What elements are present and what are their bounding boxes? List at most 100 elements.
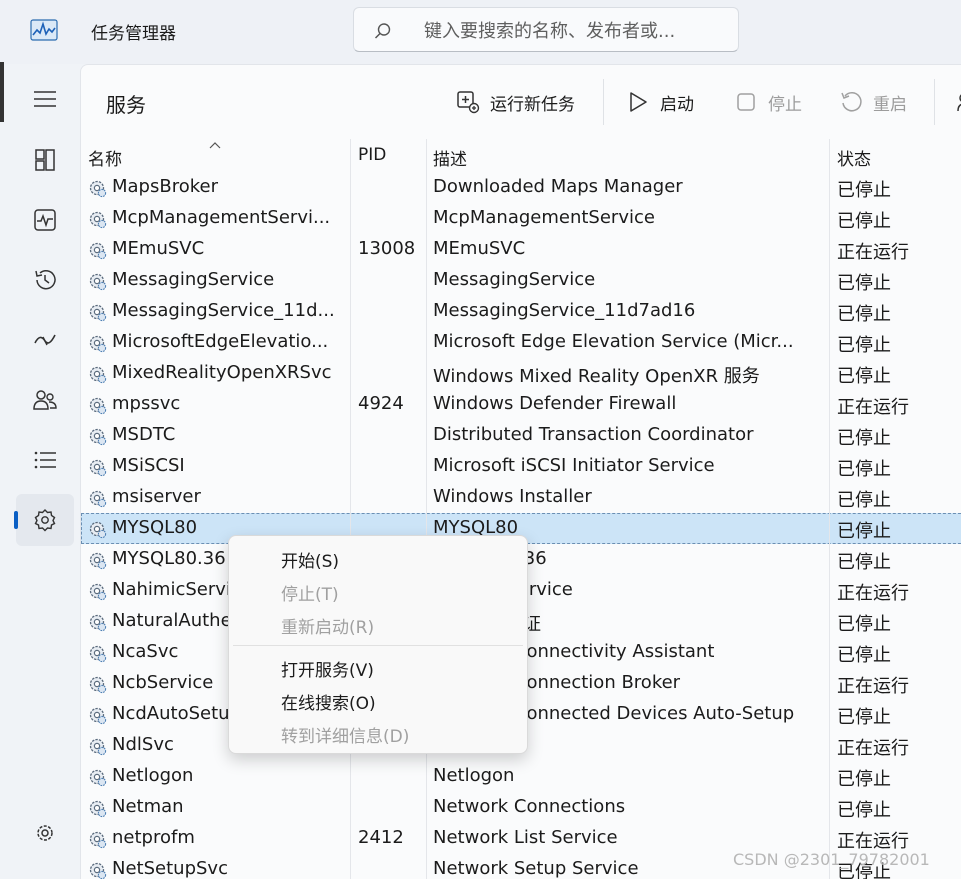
run-new-task-label: 运行新任务 xyxy=(490,94,575,115)
service-gear-icon xyxy=(89,645,107,663)
service-status: 正在运行 xyxy=(837,676,909,697)
column-header-pid[interactable]: PID xyxy=(358,145,386,165)
hamburger-menu-button[interactable] xyxy=(16,73,74,125)
service-name: mpssvc xyxy=(112,393,181,414)
nav-users[interactable] xyxy=(16,374,74,426)
nav-performance[interactable] xyxy=(16,194,74,246)
context-menu-restart[interactable]: 重新启动(R) xyxy=(281,613,374,638)
start-service-button[interactable]: 启动 xyxy=(626,87,694,117)
run-new-task-button[interactable]: 运行新任务 xyxy=(456,87,575,117)
nav-services[interactable] xyxy=(14,494,74,546)
watermark: CSDN @2301_79782001 xyxy=(733,850,930,869)
restart-icon xyxy=(841,92,862,112)
service-gear-icon xyxy=(89,459,107,477)
service-name: MSDTC xyxy=(112,424,176,445)
service-gear-icon xyxy=(89,304,107,322)
start-label: 启动 xyxy=(660,94,694,115)
service-name: Netman xyxy=(112,796,184,817)
service-status: 已停止 xyxy=(837,304,891,325)
service-name: MessagingService xyxy=(112,269,275,290)
service-status: 已停止 xyxy=(837,707,891,728)
column-divider xyxy=(350,139,351,879)
run-new-task-icon xyxy=(457,91,480,114)
service-name: msiserver xyxy=(112,486,201,507)
startup-apps-icon xyxy=(34,334,56,346)
service-status: 已停止 xyxy=(837,521,891,542)
service-status: 已停止 xyxy=(837,645,891,666)
task-manager-app-icon xyxy=(30,19,58,41)
service-gear-icon xyxy=(89,552,107,570)
service-status: 正在运行 xyxy=(837,242,909,263)
nav-app-history[interactable] xyxy=(16,254,74,306)
nav-details[interactable] xyxy=(16,434,74,486)
service-status: 已停止 xyxy=(837,211,891,232)
service-description: Windows Mixed Reality OpenXR 服务 xyxy=(433,366,760,387)
app-history-icon xyxy=(35,269,56,290)
column-header-status[interactable]: 状态 xyxy=(837,145,871,170)
service-name: McpManagementServi... xyxy=(112,207,331,228)
service-status: 已停止 xyxy=(837,552,891,573)
search-input[interactable] xyxy=(422,16,726,46)
service-gear-icon xyxy=(89,335,107,353)
context-menu-go-to-details[interactable]: 转到详细信息(D) xyxy=(281,722,409,747)
more-options-icon[interactable] xyxy=(956,91,961,113)
processes-icon xyxy=(35,149,55,171)
service-status: 已停止 xyxy=(837,769,891,790)
search-box[interactable] xyxy=(353,7,739,52)
context-menu-open-services[interactable]: 打开服务(V) xyxy=(281,656,374,681)
service-gear-icon xyxy=(89,614,107,632)
service-gear-icon xyxy=(89,862,107,879)
hamburger-menu-icon xyxy=(34,91,56,107)
service-description: Netlogon xyxy=(433,765,515,786)
service-name: MicrosoftEdgeElevatio... xyxy=(112,331,329,352)
service-status: 正在运行 xyxy=(837,583,909,604)
service-gear-icon xyxy=(89,769,107,787)
service-gear-icon xyxy=(89,428,107,446)
service-gear-icon xyxy=(89,800,107,818)
context-menu: 开始(S) 停止(T) 重新启动(R) 打开服务(V) 在线搜索(O) 转到详细… xyxy=(228,535,528,754)
service-status: 已停止 xyxy=(837,180,891,201)
service-gear-icon xyxy=(89,676,107,694)
stop-service-button[interactable]: 停止 xyxy=(734,87,802,117)
column-divider xyxy=(829,139,830,879)
search-icon xyxy=(374,23,391,39)
service-status: 已停止 xyxy=(837,335,891,356)
performance-icon xyxy=(34,209,56,231)
service-status: 已停止 xyxy=(837,800,891,821)
context-menu-start[interactable]: 开始(S) xyxy=(281,547,339,572)
nav-processes[interactable] xyxy=(16,134,74,186)
service-name: MessagingService_11d... xyxy=(112,300,335,321)
nav-startup-apps[interactable] xyxy=(16,314,74,366)
service-status: 已停止 xyxy=(837,614,891,635)
service-status: 已停止 xyxy=(837,273,891,294)
service-gear-icon xyxy=(89,831,107,849)
title-bar: 任务管理器 xyxy=(0,0,961,64)
service-gear-icon xyxy=(89,397,107,415)
service-description: Network List Service xyxy=(433,827,618,848)
service-description: Network Connections xyxy=(433,796,626,817)
left-nav xyxy=(0,64,80,879)
context-menu-stop[interactable]: 停止(T) xyxy=(281,580,339,605)
service-status: 已停止 xyxy=(837,428,891,449)
service-gear-icon xyxy=(89,490,107,508)
services-panel: 服务 运行新任务 启动 停止 重启 名称 PID 描述 状态 MapsBroke… xyxy=(80,64,961,879)
service-gear-icon xyxy=(89,521,107,539)
users-icon xyxy=(33,390,57,410)
service-gear-icon xyxy=(89,707,107,725)
service-description: McpManagementService xyxy=(433,207,655,228)
context-menu-search-online[interactable]: 在线搜索(O) xyxy=(281,689,376,714)
toolbar-divider xyxy=(603,79,604,125)
column-header-name[interactable]: 名称 xyxy=(88,145,122,170)
nav-settings[interactable] xyxy=(16,807,74,859)
restart-service-button[interactable]: 重启 xyxy=(839,87,907,117)
service-description: Windows Installer xyxy=(433,486,592,507)
sort-ascending-icon xyxy=(209,142,221,149)
context-menu-divider xyxy=(233,645,523,646)
service-name: NetSetupSvc xyxy=(112,858,228,879)
service-name: MSiSCSI xyxy=(112,455,185,476)
column-header-description[interactable]: 描述 xyxy=(433,145,467,170)
stop-label: 停止 xyxy=(768,94,802,115)
service-pid: 13008 xyxy=(358,238,416,259)
services-icon xyxy=(34,509,56,532)
service-description: Distributed Transaction Coordinator xyxy=(433,424,754,445)
